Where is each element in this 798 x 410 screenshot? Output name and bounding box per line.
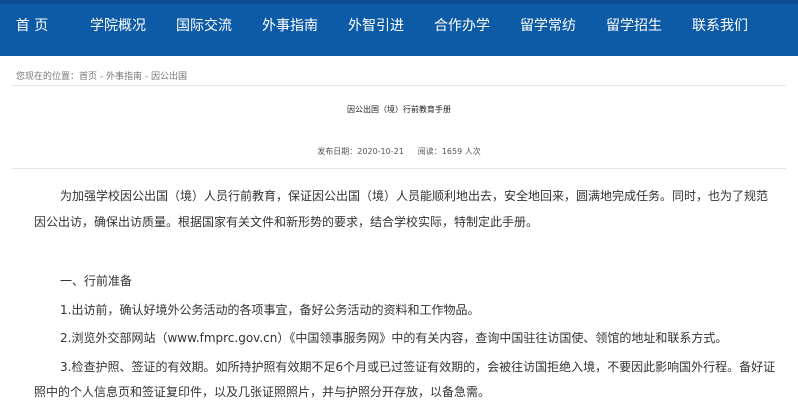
breadcrumb-item-official-travel[interactable]: 因公出国: [151, 72, 187, 82]
top-nav-bar: 首 页 学院概况 国际交流 外事指南 外智引进 合作办学 留学常纺 留学招生 联…: [0, 0, 798, 56]
nav-item-study-abroad[interactable]: 留学常纺: [514, 4, 582, 56]
divider: [12, 85, 786, 86]
article-title: 因公出国（境）行前教育手册: [347, 105, 451, 114]
nav-item-talent-introduction[interactable]: 外智引进: [342, 4, 410, 56]
page: 首 页 学院概况 国际交流 外事指南 外智引进 合作办学 留学常纺 留学招生 联…: [0, 0, 798, 410]
article-paragraph: 2.浏览外交部网站（www.fmprc.gov.cn）《中国领事服务网》中的有关…: [60, 331, 728, 345]
article-paragraph: 3.检查护照、签证的有效期。如所持护照有效期不足6个月或已过签证有效期的，会被往…: [60, 360, 776, 374]
breadcrumb-separator: -: [142, 72, 152, 82]
nav-item-contact-us[interactable]: 联系我们: [686, 4, 754, 56]
divider: [12, 168, 786, 169]
breadcrumb-item-home[interactable]: 首页: [79, 72, 97, 82]
publish-date: 2020-10-21: [357, 147, 404, 156]
breadcrumb-separator: -: [97, 72, 107, 82]
nav-item-foreign-affairs-guide[interactable]: 外事指南: [256, 4, 324, 56]
article-paragraph: 1.出访前，确认好境外公务活动的各项事宜，备好公务活动的资料和工作物品。: [60, 303, 480, 317]
article-paragraph: 为加强学校因公出国（境）人员行前教育，保证因公出国（境）人员能顺利地出去，安全地…: [60, 189, 769, 203]
article-paragraph: 因公出访，确保出访质量。根据国家有关文件和新形势的要求，结合学校实际，特制定此手…: [34, 215, 539, 229]
nav-item-home[interactable]: 首 页: [2, 4, 62, 56]
section-heading: 一、行前准备: [60, 274, 133, 288]
view-count: 1659: [441, 147, 463, 156]
nav-item-about[interactable]: 学院概况: [84, 4, 152, 56]
article-meta: 发布日期：2020-10-21 阅读：1659 人次: [0, 146, 798, 157]
view-count-unit: 人次: [462, 147, 481, 156]
view-count-label: 阅读：: [417, 147, 442, 156]
nav-item-admissions[interactable]: 留学招生: [600, 4, 668, 56]
breadcrumb-item-foreign-affairs-guide[interactable]: 外事指南: [106, 72, 142, 82]
publish-date-label: 发布日期：: [317, 147, 358, 156]
nav-item-cooperative-education[interactable]: 合作办学: [428, 4, 496, 56]
nav-item-international-exchange[interactable]: 国际交流: [170, 4, 238, 56]
breadcrumb: 您现在的位置：首页 - 外事指南 - 因公出国: [16, 69, 187, 82]
breadcrumb-prefix: 您现在的位置：: [16, 72, 80, 82]
article-paragraph: 照中的个人信息页和签证复印件，以及几张证照照片，并与护照分开存放，以备急需。: [34, 385, 491, 399]
